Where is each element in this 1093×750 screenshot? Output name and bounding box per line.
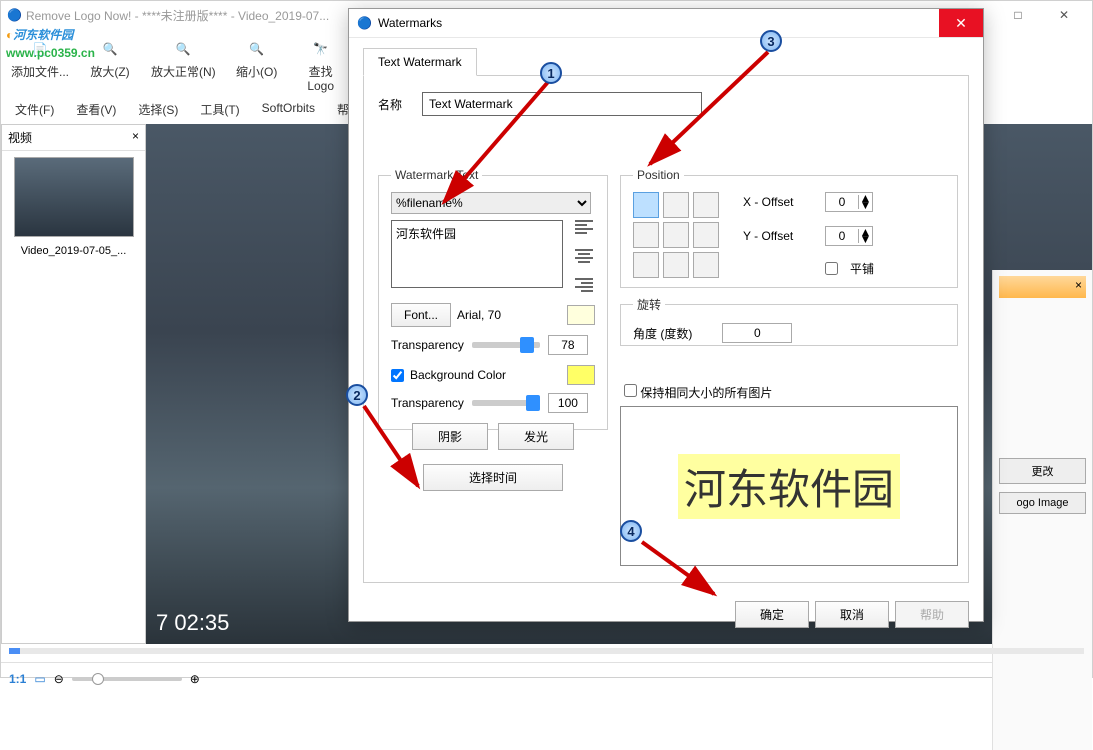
- zoom-in-button[interactable]: 🔍放大(Z): [83, 33, 137, 81]
- zoom-in-icon[interactable]: ⊕: [190, 672, 200, 686]
- angle-input[interactable]: [722, 323, 792, 343]
- position-fieldset: Position X - O: [620, 168, 958, 288]
- transparency-slider-2[interactable]: [472, 400, 540, 406]
- dialog-close-button[interactable]: ✕: [939, 9, 983, 37]
- transparency-value-2[interactable]: [548, 393, 588, 413]
- keep-size-row: 保持相同大小的所有图片: [624, 384, 772, 401]
- x-offset-label: X - Offset: [743, 195, 813, 209]
- change-button[interactable]: 更改: [999, 458, 1086, 484]
- rotation-legend: 旋转: [633, 296, 665, 313]
- video-sidebar: 视频 × Video_2019-07-05_...: [1, 124, 146, 644]
- pos-bot-right[interactable]: [693, 252, 719, 278]
- watermark-text-legend: Watermark Text: [391, 168, 482, 182]
- zoom-normal-button[interactable]: 🔍放大正常(N): [147, 33, 220, 81]
- sidebar-header: 视频: [8, 129, 32, 146]
- transparency-label-2: Transparency: [391, 396, 464, 410]
- angle-label: 角度 (度数): [633, 325, 692, 342]
- keep-size-label: 保持相同大小的所有图片: [640, 386, 772, 400]
- cancel-button[interactable]: 取消: [815, 601, 889, 628]
- align-right-icon[interactable]: [575, 278, 593, 295]
- zoom-slider[interactable]: [72, 677, 182, 681]
- fit-screen-icon[interactable]: ▭: [34, 672, 45, 686]
- name-label: 名称: [378, 96, 402, 113]
- help-button[interactable]: 帮助: [895, 601, 969, 628]
- glow-button[interactable]: 发光: [498, 423, 574, 450]
- select-time-button-dialog[interactable]: 选择时间: [423, 464, 563, 491]
- statusbar: 1:1 ▭ ⊖ ⊕ f 🐦 YouTube: [1, 662, 1092, 694]
- tab-text-watermark[interactable]: Text Watermark: [363, 48, 477, 76]
- font-description: Arial, 70: [457, 308, 501, 322]
- watermark-preview: 河东软件园: [620, 406, 958, 566]
- zoom-out-icon[interactable]: ⊖: [54, 672, 64, 686]
- pos-top-left[interactable]: [633, 192, 659, 218]
- maximize-button[interactable]: □: [996, 3, 1040, 27]
- annotation-marker-1: 1: [540, 62, 562, 84]
- app-icon: 🔵: [7, 8, 22, 22]
- name-input[interactable]: [422, 92, 702, 116]
- transparency-slider-1[interactable]: [472, 342, 540, 348]
- y-offset-input[interactable]: ▲▼: [825, 226, 873, 246]
- position-grid: [633, 192, 719, 278]
- rotation-fieldset: 旋转 角度 (度数): [620, 296, 958, 346]
- position-legend: Position: [633, 168, 684, 182]
- watermark-text-input[interactable]: 河东软件园: [391, 220, 563, 288]
- x-offset-input[interactable]: ▲▼: [825, 192, 873, 212]
- filename-combo[interactable]: %filename%: [391, 192, 591, 214]
- logo-image-button[interactable]: ogo Image: [999, 492, 1086, 514]
- menu-view[interactable]: 查看(V): [72, 99, 120, 120]
- align-center-icon[interactable]: [575, 249, 593, 266]
- align-left-icon[interactable]: [575, 220, 593, 237]
- annotation-marker-3: 3: [760, 30, 782, 52]
- background-color-swatch[interactable]: [567, 365, 595, 385]
- keep-size-checkbox[interactable]: [624, 384, 637, 397]
- video-timestamp: 7 02:35: [156, 610, 229, 636]
- zoom-out-button[interactable]: 🔍缩小(O): [230, 33, 284, 81]
- pos-top-center[interactable]: [663, 192, 689, 218]
- dialog-icon: 🔵: [357, 16, 372, 30]
- find-logo-button[interactable]: 🔭查找 Logo: [294, 33, 348, 95]
- ok-button[interactable]: 确定: [735, 601, 809, 628]
- timeline[interactable]: [1, 644, 1092, 662]
- watermarks-dialog: 🔵 Watermarks ✕ Text Watermark 名称 Waterma…: [348, 8, 984, 622]
- sidebar-close-icon[interactable]: ×: [132, 129, 139, 146]
- background-color-checkbox[interactable]: [391, 369, 404, 382]
- annotation-marker-2: 2: [346, 384, 368, 406]
- video-thumbnail[interactable]: [14, 157, 134, 237]
- transparency-label-1: Transparency: [391, 338, 464, 352]
- thumbnail-label: Video_2019-07-05_...: [2, 243, 145, 259]
- background-color-label: Background Color: [410, 368, 506, 382]
- close-button[interactable]: ✕: [1042, 3, 1086, 27]
- menu-select[interactable]: 选择(S): [134, 99, 182, 120]
- font-color-swatch[interactable]: [567, 305, 595, 325]
- tile-checkbox[interactable]: [825, 262, 838, 275]
- tile-label: 平铺: [850, 260, 874, 277]
- preview-text: 河东软件园: [678, 454, 900, 519]
- dialog-title: Watermarks: [378, 16, 939, 30]
- right-panel-close-icon[interactable]: ×: [1075, 278, 1082, 292]
- right-panel: × 更改 ogo Image: [992, 270, 1092, 750]
- pos-top-right[interactable]: [693, 192, 719, 218]
- annotation-marker-4: 4: [620, 520, 642, 542]
- menu-tools[interactable]: 工具(T): [196, 99, 243, 120]
- menu-file[interactable]: 文件(F): [11, 99, 58, 120]
- zoom-ratio: 1:1: [9, 672, 26, 686]
- pos-bot-center[interactable]: [663, 252, 689, 278]
- font-button[interactable]: Font...: [391, 303, 451, 327]
- menu-softorbits[interactable]: SoftOrbits: [258, 99, 319, 120]
- pos-mid-left[interactable]: [633, 222, 659, 248]
- transparency-value-1[interactable]: [548, 335, 588, 355]
- shadow-button[interactable]: 阴影: [412, 423, 488, 450]
- pos-bot-left[interactable]: [633, 252, 659, 278]
- y-offset-label: Y - Offset: [743, 229, 813, 243]
- watermark-text-fieldset: Watermark Text %filename% 河东软件园 Font... …: [378, 168, 608, 430]
- pos-mid-right[interactable]: [693, 222, 719, 248]
- add-file-button[interactable]: 📄添加文件...: [7, 33, 73, 81]
- pos-mid-center[interactable]: [663, 222, 689, 248]
